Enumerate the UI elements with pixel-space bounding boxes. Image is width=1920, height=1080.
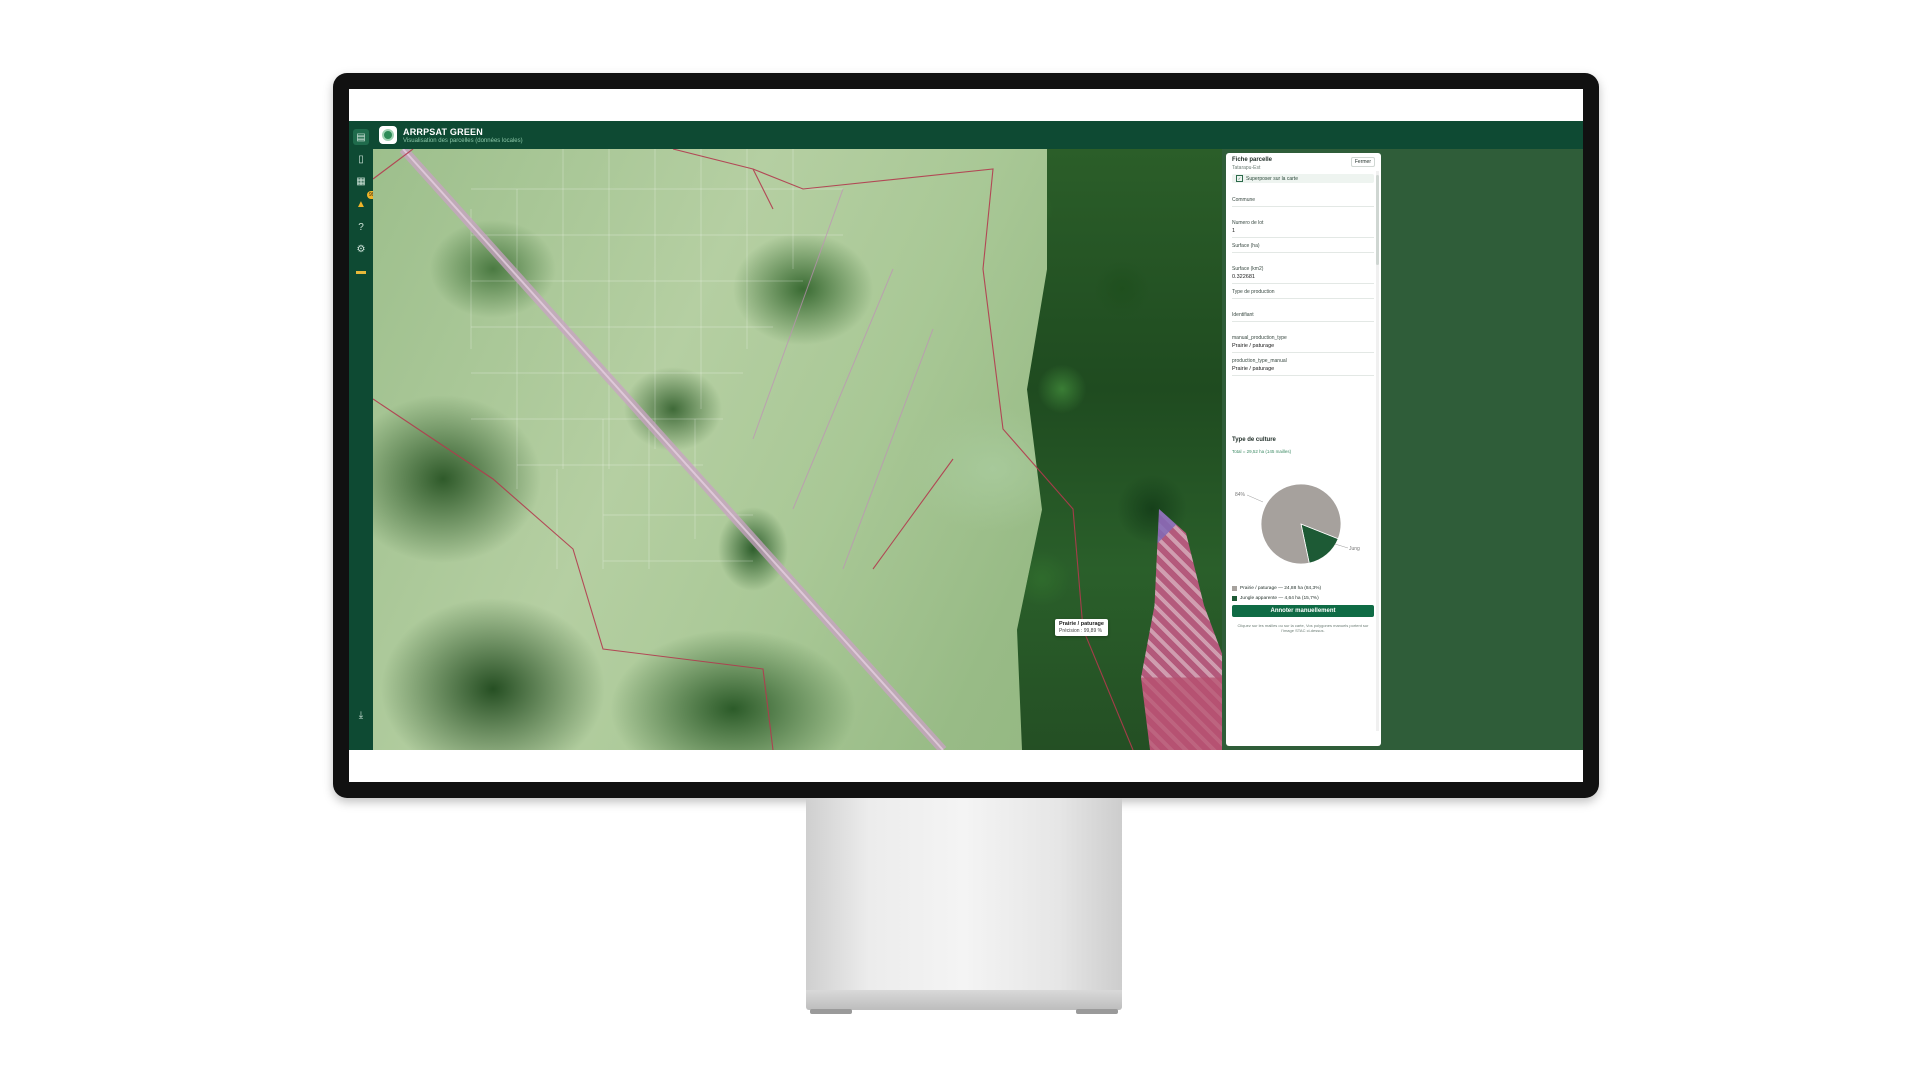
help-icon: ? [358, 221, 364, 233]
app-logo [379, 126, 397, 144]
field-manual-production-type: manual_production_type Prairie / paturag… [1232, 335, 1374, 353]
field-label: Surface (km2) [1232, 266, 1264, 272]
alert-icon: ▲ [356, 198, 366, 210]
download-icon: ⤓ [358, 709, 364, 721]
legend-label: Prairie / paturage — 24,88 ha (84,3%) [1240, 586, 1322, 591]
document-icon: ▯ [358, 153, 364, 165]
sidebar-item-chart[interactable]: ▦ [353, 173, 369, 189]
sidebar-item-document[interactable]: ▯ [353, 151, 369, 167]
pie-legend: Prairie / paturage — 24,88 ha (84,3%) Ju… [1232, 586, 1374, 606]
sidebar-item-help[interactable]: ? [353, 219, 369, 235]
culture-total-text: Total = 29,52 ha (145 mailles) [1232, 449, 1292, 454]
field-value: Prairie / paturage [1232, 366, 1275, 372]
field-label: Identifiant [1232, 312, 1254, 318]
legend-swatch [1232, 596, 1237, 601]
annotate-manually-button[interactable]: Annoter manuellement [1232, 605, 1374, 617]
legend-label: Jungle apparente — 4,64 ha (15,7%) [1240, 596, 1319, 601]
culture-pie-chart: 84% Jung [1231, 468, 1371, 578]
panel-subtitle: Tatarapu-Est [1232, 165, 1261, 171]
overlay-checkbox-label: Superposer sur la carte [1246, 175, 1298, 182]
parcel-panel: Fiche parcelle Tatarapu-Est Fermer ✓ Sup… [1222, 149, 1583, 750]
field-lot-number: Numero de lot 1 [1232, 220, 1374, 238]
monitor-bezel: ▤ ▯ ▦ ▲99+ ? ⚙ ▬ ⤓ ARRPSAT GREEN Visuali… [333, 73, 1599, 798]
monitor-stand [806, 798, 1122, 990]
sidebar-item-alerts[interactable]: ▲99+ [353, 191, 380, 212]
ruler-icon: ▬ [356, 265, 366, 277]
pie-leader-prairie [1246, 494, 1264, 503]
checkbox-icon[interactable]: ✓ [1236, 175, 1243, 182]
field-value: Prairie / paturage [1232, 343, 1275, 349]
app-header: ARRPSAT GREEN Visualisation des parcelle… [373, 121, 1583, 149]
sidebar-item-ruler[interactable]: ▬ [353, 263, 369, 279]
field-label: Surface (ha) [1232, 243, 1260, 249]
satellite-map[interactable]: Prairie / paturage Précision : 99,89 % [373, 149, 1222, 750]
close-button[interactable]: Fermer [1350, 157, 1375, 167]
gear-icon: ⚙ [356, 243, 366, 255]
sidebar-item-layers[interactable]: ▤ [353, 129, 369, 145]
logo-icon [382, 129, 394, 141]
sidebar: ▤ ▯ ▦ ▲99+ ? ⚙ ▬ ⤓ [349, 121, 380, 750]
field-surface-ha: Surface (ha) [1232, 243, 1374, 253]
pie-svg: 84% Jung [1235, 483, 1360, 565]
map-tooltip: Prairie / paturage Précision : 99,89 % [1055, 619, 1108, 636]
culture-type-title: Type de culture [1232, 437, 1276, 443]
field-production-type: Type de production [1232, 289, 1374, 299]
scrollbar-thumb[interactable] [1376, 175, 1379, 265]
field-value: 0.322681 [1232, 274, 1255, 280]
sidebar-item-download[interactable]: ⤓ [353, 707, 369, 723]
legend-item-jungle: Jungle apparente — 4,64 ha (15,7%) [1232, 596, 1374, 601]
field-label: production_type_manual [1232, 358, 1287, 364]
legend-item-prairie: Prairie / paturage — 24,88 ha (84,3%) [1232, 586, 1374, 591]
layers-icon: ▤ [356, 131, 366, 143]
field-commune: Commune [1232, 197, 1374, 207]
field-label: Numero de lot [1232, 220, 1264, 226]
map-overlay [373, 149, 1134, 750]
parcel-card: Fiche parcelle Tatarapu-Est Fermer ✓ Sup… [1226, 153, 1381, 746]
tooltip-label: Prairie / paturage [1059, 621, 1104, 627]
monitor-stand-foot [806, 990, 1122, 1014]
tooltip-precision: Précision : 99,89 % [1059, 628, 1103, 634]
field-label: Commune [1232, 197, 1256, 203]
map-grid [470, 149, 843, 569]
panel-title: Fiche parcelle [1232, 157, 1273, 163]
app-window: ▤ ▯ ▦ ▲99+ ? ⚙ ▬ ⤓ ARRPSAT GREEN Visuali… [349, 121, 1583, 750]
overlay-checkbox-row[interactable]: ✓ Superposer sur la carte [1232, 174, 1374, 183]
screen: ▤ ▯ ▦ ▲99+ ? ⚙ ▬ ⤓ ARRPSAT GREEN Visuali… [349, 89, 1583, 782]
app-title: ARRPSAT GREEN [403, 127, 483, 137]
help-text: Cliquez sur les mailles ou sur la carte,… [1237, 623, 1369, 633]
field-label: Type de production [1232, 289, 1275, 295]
legend-swatch [1232, 586, 1237, 591]
pie-label-jungle: Jung [1349, 546, 1360, 552]
field-identifier: Identifiant [1232, 312, 1374, 322]
field-surface-km2: Surface (km2) 0.322681 [1232, 266, 1374, 284]
pie-leader-jungle [1334, 543, 1349, 549]
panel-scrollbar[interactable] [1376, 171, 1379, 731]
field-label: manual_production_type [1232, 335, 1287, 341]
pie-label-prairie: 84% [1235, 492, 1246, 498]
field-value: 1 [1232, 228, 1236, 234]
sidebar-item-settings[interactable]: ⚙ [353, 241, 369, 257]
field-production-type-manual: production_type_manual Prairie / paturag… [1232, 358, 1374, 376]
chart-icon: ▦ [356, 175, 366, 187]
app-subtitle: Visualisation des parcelles (données loc… [403, 138, 523, 144]
